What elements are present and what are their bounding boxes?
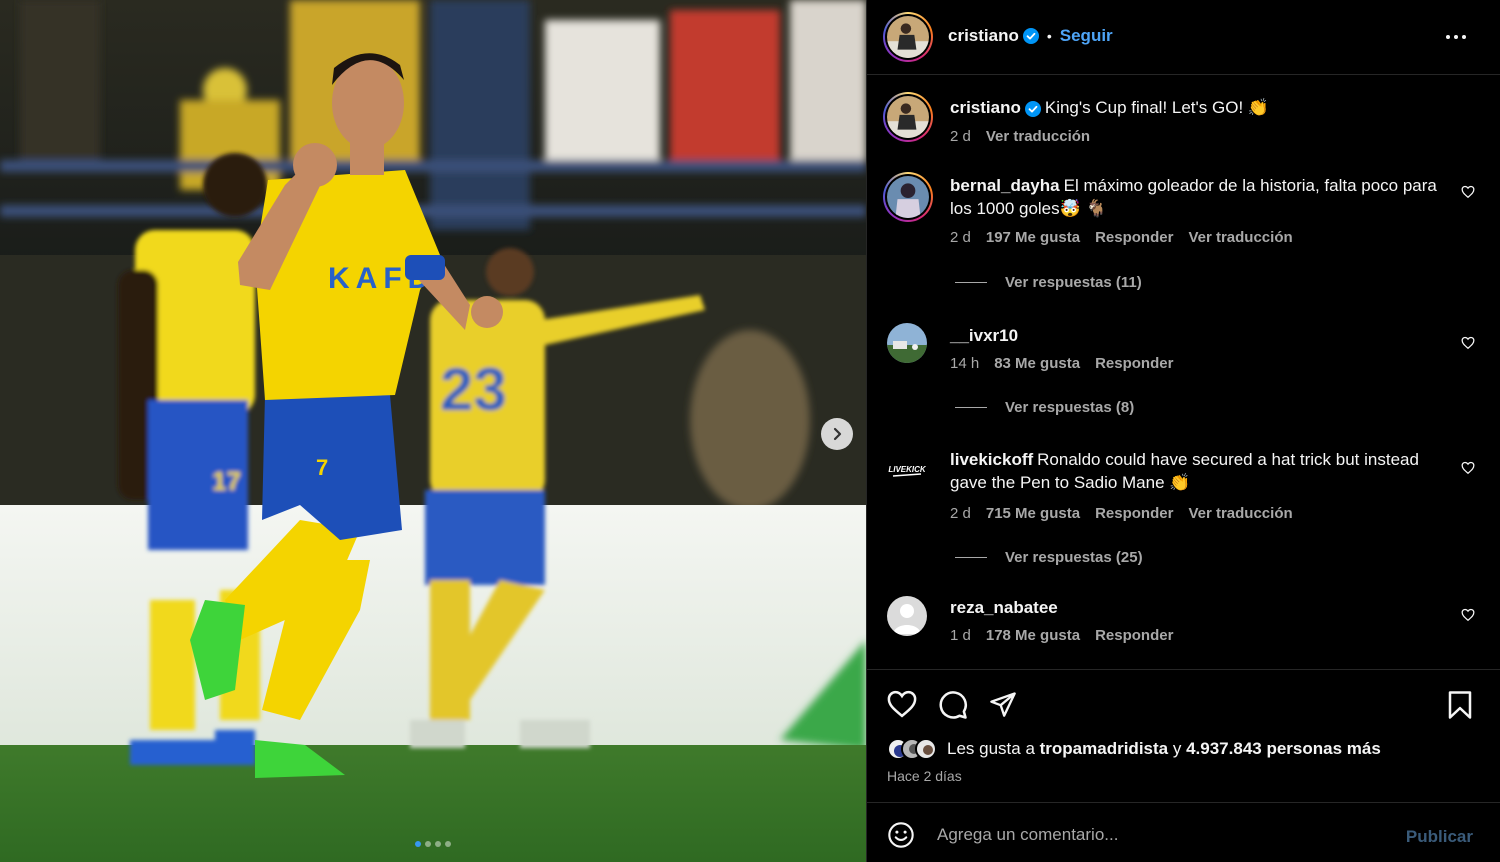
- save-button[interactable]: [1447, 690, 1473, 725]
- emoji-button[interactable]: [887, 821, 915, 854]
- comment-username[interactable]: reza_nabatee: [950, 598, 1058, 617]
- more-options-button[interactable]: [1445, 28, 1467, 51]
- comment-avatar[interactable]: [887, 323, 927, 363]
- comment-avatar[interactable]: [883, 172, 933, 222]
- header-separator: •: [1046, 28, 1052, 44]
- translate-link[interactable]: Ver traducción: [1188, 505, 1292, 522]
- comment-icon: [939, 691, 967, 719]
- jersey-number-back: 23: [440, 356, 507, 423]
- comment-likes[interactable]: 715 Me gusta: [986, 505, 1080, 522]
- comment-input[interactable]: [937, 821, 1397, 849]
- carousel-dot: [415, 841, 421, 847]
- comment-avatar[interactable]: [887, 596, 927, 636]
- liker-avatar: [915, 738, 937, 760]
- comment-username[interactable]: livekickoff: [950, 450, 1033, 469]
- like-button[interactable]: [887, 690, 917, 723]
- caption-time[interactable]: 2 d: [950, 128, 971, 145]
- default-avatar-icon: [887, 596, 927, 636]
- reply-button[interactable]: Responder: [1095, 627, 1173, 644]
- likes-connector: y: [1172, 739, 1182, 758]
- carousel-dot: [435, 841, 441, 847]
- comment-heart-icon[interactable]: [1461, 461, 1475, 475]
- comment-username[interactable]: bernal_dayha: [950, 176, 1060, 195]
- liker-avatars: [887, 738, 937, 760]
- likes-summary: Les gusta a tropamadridista y 4.937.843 …: [887, 738, 1381, 760]
- caption-text: King's Cup final! Let's GO! 👏: [1044, 98, 1270, 117]
- comment-time[interactable]: 1 d: [950, 627, 971, 644]
- comment-time[interactable]: 2 d: [950, 505, 971, 522]
- view-replies-button[interactable]: Ver respuestas (11): [955, 274, 1142, 291]
- comment-heart-icon[interactable]: [1461, 185, 1475, 199]
- livekickoff-logo: LIVEKICK: [887, 449, 927, 489]
- comment-likes[interactable]: 83 Me gusta: [994, 355, 1080, 372]
- comment-username[interactable]: __ivxr10: [950, 326, 1018, 345]
- more-icon: [1446, 35, 1466, 39]
- carousel-dots: [0, 841, 866, 847]
- reply-button[interactable]: Responder: [1095, 355, 1173, 372]
- post-photo: 23 17 7 KAFD: [0, 0, 866, 862]
- heart-icon: [887, 690, 917, 718]
- next-slide-button[interactable]: [821, 418, 853, 450]
- view-replies-label: Ver respuestas (25): [1005, 549, 1143, 566]
- view-replies-label: Ver respuestas (11): [1005, 274, 1142, 291]
- caption-avatar[interactable]: [883, 92, 933, 142]
- caption-username[interactable]: cristiano: [950, 98, 1021, 117]
- author-username[interactable]: cristiano: [948, 26, 1019, 46]
- comment-avatar[interactable]: LIVEKICK: [887, 449, 927, 489]
- comment-likes[interactable]: 178 Me gusta: [986, 627, 1080, 644]
- chevron-right-icon: [833, 427, 842, 441]
- liker-username[interactable]: tropamadridista: [1040, 739, 1168, 759]
- comment-avatar-image: [887, 176, 929, 218]
- comments-list[interactable]: cristiano King's Cup final! Let's GO! 👏 2…: [867, 76, 1500, 669]
- carousel-dot: [425, 841, 431, 847]
- view-replies-label: Ver respuestas (8): [1005, 399, 1135, 416]
- comment-likes[interactable]: 197 Me gusta: [986, 229, 1080, 246]
- comment-bar: Publicar: [867, 802, 1500, 862]
- comment-heart-icon[interactable]: [1461, 336, 1475, 350]
- likes-count[interactable]: 4.937.843 personas más: [1186, 739, 1381, 759]
- share-button[interactable]: [988, 690, 1018, 723]
- comment-heart-icon[interactable]: [1461, 608, 1475, 622]
- jersey-number-left: 17: [212, 466, 241, 496]
- post-time[interactable]: Hace 2 días: [887, 768, 962, 784]
- post-media[interactable]: 23 17 7 KAFD: [0, 0, 866, 862]
- caption-translate-link[interactable]: Ver traducción: [986, 128, 1090, 145]
- bookmark-icon: [1448, 691, 1472, 719]
- share-icon: [990, 692, 1016, 717]
- comment-time[interactable]: 14 h: [950, 355, 979, 372]
- likes-prefix: Les gusta a: [947, 739, 1035, 758]
- reply-button[interactable]: Responder: [1095, 229, 1173, 246]
- comment-avatar-image: [887, 323, 927, 363]
- author-avatar[interactable]: [883, 12, 933, 62]
- author-avatar-image: [887, 16, 929, 58]
- livekickoff-logo-text: LIVEKICK: [888, 465, 927, 474]
- publish-button[interactable]: Publicar: [1406, 827, 1473, 847]
- verified-icon: [1022, 28, 1039, 44]
- carousel-dot: [445, 841, 451, 847]
- comment-time[interactable]: 2 d: [950, 229, 971, 246]
- post-actions: Les gusta a tropamadridista y 4.937.843 …: [867, 669, 1500, 802]
- post-panel: cristiano • Seguir cristiano King's Cup …: [866, 0, 1500, 862]
- reply-button[interactable]: Responder: [1095, 505, 1173, 522]
- emoji-icon: [888, 822, 914, 848]
- jersey-number-main: 7: [316, 455, 328, 480]
- comment-button[interactable]: [938, 690, 968, 725]
- view-replies-button[interactable]: Ver respuestas (25): [955, 549, 1143, 566]
- translate-link[interactable]: Ver traducción: [1188, 229, 1292, 246]
- caption-avatar-image: [887, 96, 929, 138]
- post-header: cristiano • Seguir: [867, 0, 1500, 75]
- follow-button[interactable]: Seguir: [1060, 26, 1113, 46]
- verified-icon: [1024, 100, 1041, 117]
- view-replies-button[interactable]: Ver respuestas (8): [955, 399, 1134, 416]
